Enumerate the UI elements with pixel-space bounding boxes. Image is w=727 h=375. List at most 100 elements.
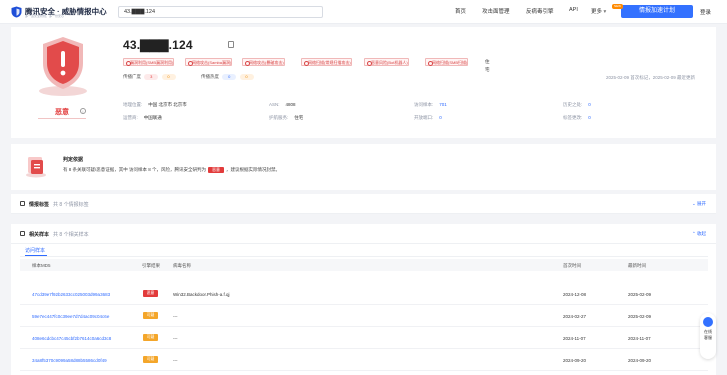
col-result: 引擎结果 bbox=[142, 263, 160, 268]
threat-tag[interactable]: 漏洞利用(SMB漏洞利用) bbox=[123, 58, 175, 66]
table-row[interactable]: 34a8f5370c9099a58d88b5586cd0f49 可疑 --- 2… bbox=[20, 349, 708, 371]
meta-value[interactable]: 0 bbox=[439, 115, 442, 120]
col-first-seen: 首次时间 bbox=[563, 263, 581, 268]
intel-plan-button[interactable]: 情报加速计划 bbox=[621, 5, 693, 18]
col-last-seen: 最新时间 bbox=[628, 263, 646, 268]
samples-title: 相关样本共 8 个相关样本 bbox=[29, 231, 89, 238]
meta-value[interactable]: 0 bbox=[588, 102, 591, 107]
meta-isp: 运营商: 中国联通 bbox=[123, 115, 162, 121]
first-seen: 2024-12-08 bbox=[563, 292, 587, 297]
result-badge: 可疑 bbox=[143, 312, 158, 319]
info-icon[interactable]: i bbox=[80, 108, 86, 114]
login-link[interactable]: 登录 bbox=[700, 8, 711, 16]
intel-tags-title: 情报标签共 8 个情报标签 bbox=[29, 201, 89, 208]
md5-link[interactable]: 408e6cdcbc47c45cbf2b7614c0a6cd3c8 bbox=[32, 336, 111, 341]
meta-location: 地理位置: 中国 北京市 北京市 bbox=[123, 102, 187, 108]
logo-subtitle: 多一道安全防线，多一份安心 bbox=[25, 14, 65, 18]
threat-tag[interactable]: 网络攻击(暴破攻击) bbox=[242, 58, 285, 66]
first-seen: 2024-11-07 bbox=[563, 336, 586, 341]
col-virus-name: 病毒名称 bbox=[173, 263, 191, 268]
ip-summary-card: 恶意 i 43.▇▇▇.124 漏洞利用(SMB漏洞利用) 网络攻击(Samba… bbox=[11, 27, 716, 138]
impact-value-2: 0 bbox=[161, 74, 176, 80]
verdict-label: 恶意 bbox=[55, 109, 69, 116]
last-seen: 2025-02-09 bbox=[628, 292, 652, 297]
collapse-toggle[interactable]: ⌃ 收起 bbox=[692, 231, 706, 237]
first-seen: 2024-02-27 bbox=[563, 314, 587, 319]
site-logo[interactable]: 腾讯安全 · 威胁情报中心 多一道安全防线，多一份安心 bbox=[11, 5, 107, 18]
basis-text: 有 8 条关联可疑/恶意证据，其中 访问样本 8 个，风险，腾讯安全研判为 恶意，… bbox=[63, 167, 280, 173]
meta-label: 访问样本: bbox=[414, 102, 434, 107]
meta-asn: ASN: 4808 bbox=[269, 102, 296, 107]
impact-label: 传播广度 bbox=[123, 74, 141, 79]
meta-label: 开放端口: bbox=[414, 115, 434, 120]
last-seen: 2025-02-09 bbox=[628, 314, 652, 319]
threat-tag[interactable]: 网络扫描(常规扫描攻击) bbox=[301, 58, 352, 66]
expand-toggle[interactable]: ⌄ 展开 bbox=[692, 201, 706, 207]
tag-residential: 住宅 bbox=[485, 59, 490, 72]
nav-home[interactable]: 首页 bbox=[455, 7, 466, 15]
intel-tags-header[interactable]: 情报标签共 8 个情报标签 ⌄ 展开 bbox=[11, 194, 716, 214]
samples-header[interactable]: 相关样本共 8 个相关样本 ⌃ 收起 bbox=[11, 224, 716, 244]
new-badge: NEW bbox=[612, 4, 623, 9]
meta-value: 中国联通 bbox=[143, 115, 162, 120]
meta-ports: 开放端口: 0 bbox=[414, 115, 442, 121]
online-support-button[interactable]: 在线客服 bbox=[700, 313, 716, 359]
nav-attack-surface[interactable]: 攻击面管理 bbox=[482, 7, 510, 15]
first-seen: 2024-09-20 bbox=[563, 358, 587, 363]
basis-title: 判定依据 bbox=[63, 157, 84, 163]
section-title: 情报标签 bbox=[29, 202, 50, 208]
intel-tags-section: 情报标签共 8 个情报标签 ⌄ 展开 bbox=[11, 194, 716, 214]
meta-value[interactable]: 0 bbox=[588, 115, 591, 120]
chat-icon bbox=[703, 317, 713, 327]
threat-tag[interactable]: 网络攻击(Samba漏洞) bbox=[185, 58, 233, 66]
nav-api[interactable]: API bbox=[569, 7, 578, 13]
nav-antivirus-engine[interactable]: 反病毒引擎 bbox=[526, 7, 554, 15]
file-icon bbox=[20, 231, 25, 236]
chevron-down-icon: ▾ bbox=[602, 9, 607, 15]
table-row[interactable]: 408e6cdcbc47c45cbf2b7614c0a6cd3c8 可疑 ---… bbox=[20, 327, 708, 349]
mark-dates: 2025-02-09 首次标记，2025-02-09 最近更新 bbox=[606, 75, 696, 80]
threat-tag[interactable]: 网络扫描(SMB扫描) bbox=[425, 58, 469, 66]
virus-name: --- bbox=[173, 358, 178, 363]
verdict-basis-card: 判定依据 有 8 条关联可疑/恶意证据，其中 访问样本 8 个，风险，腾讯安全研… bbox=[11, 144, 716, 190]
result-badge: 可疑 bbox=[143, 334, 158, 341]
table-row[interactable]: 47cd39e7f92b2633cc025003d99a3683 恶意 Win3… bbox=[20, 283, 708, 305]
tab-visit-samples[interactable]: 访问样本 bbox=[25, 247, 45, 254]
shield-logo-icon bbox=[11, 6, 22, 17]
search-input[interactable]: 43.▇▇▇.124 bbox=[118, 6, 323, 18]
md5-link[interactable]: 34a8f5370c9099a58d88b5586cd0f49 bbox=[32, 358, 107, 363]
meta-label: 护航服务: bbox=[269, 115, 289, 120]
last-seen: 2024-11-07 bbox=[628, 336, 651, 341]
support-label: 在线客服 bbox=[704, 329, 712, 340]
meta-value[interactable]: 701 bbox=[439, 102, 447, 107]
table-row[interactable]: 59e7ec447fc0c39ee7d7d4ac09c04c6e 可疑 --- … bbox=[20, 305, 708, 327]
malicious-shield-icon bbox=[39, 37, 87, 96]
nav-more[interactable]: 更多 ▾ bbox=[591, 7, 606, 15]
md5-link[interactable]: 59e7ec447fc0c39ee7d7d4ac09c04c6e bbox=[32, 314, 109, 319]
col-md5: 样本MD5 bbox=[32, 263, 51, 268]
meta-label: 历史之处: bbox=[563, 102, 583, 107]
ip-address: 43.▇▇▇.124 bbox=[123, 38, 193, 52]
virus-name: Win32.Backdoor.Phish-a.f.qj bbox=[173, 292, 230, 297]
meta-tag-changes: 标签更改: 0 bbox=[563, 115, 591, 121]
virus-name: --- bbox=[173, 336, 178, 341]
divider bbox=[38, 118, 86, 119]
related-samples-section: 相关样本共 8 个相关样本 ⌃ 收起 访问样本 样本MD5 引擎结果 病毒名称 … bbox=[11, 224, 716, 375]
impact-metric: 传播广度 3 0 bbox=[123, 74, 176, 80]
last-seen: 2024-09-20 bbox=[628, 358, 652, 363]
threat-tag[interactable]: 恶意风险(Bot机器人) bbox=[364, 58, 409, 66]
copy-icon[interactable] bbox=[228, 41, 234, 48]
top-header: 腾讯安全 · 威胁情报中心 多一道安全防线，多一份安心 43.▇▇▇.124 首… bbox=[0, 0, 727, 24]
meta-label: 地理位置: bbox=[123, 102, 143, 107]
virus-name: --- bbox=[173, 314, 178, 319]
nav-more-label: 更多 bbox=[591, 9, 603, 15]
meta-value: 住宅 bbox=[294, 115, 304, 120]
divider bbox=[20, 256, 708, 257]
section-count: 共 8 个情报标签 bbox=[53, 202, 89, 208]
meta-service: 护航服务: 住宅 bbox=[269, 115, 303, 121]
meta-label: 标签更改: bbox=[563, 115, 583, 120]
md5-link[interactable]: 47cd39e7f92b2633cc025003d99a3683 bbox=[32, 292, 110, 297]
report-icon bbox=[26, 157, 46, 178]
table-header: 样本MD5 引擎结果 病毒名称 首次时间 最新时间 bbox=[20, 259, 708, 271]
meta-history: 历史之处: 0 bbox=[563, 102, 591, 108]
